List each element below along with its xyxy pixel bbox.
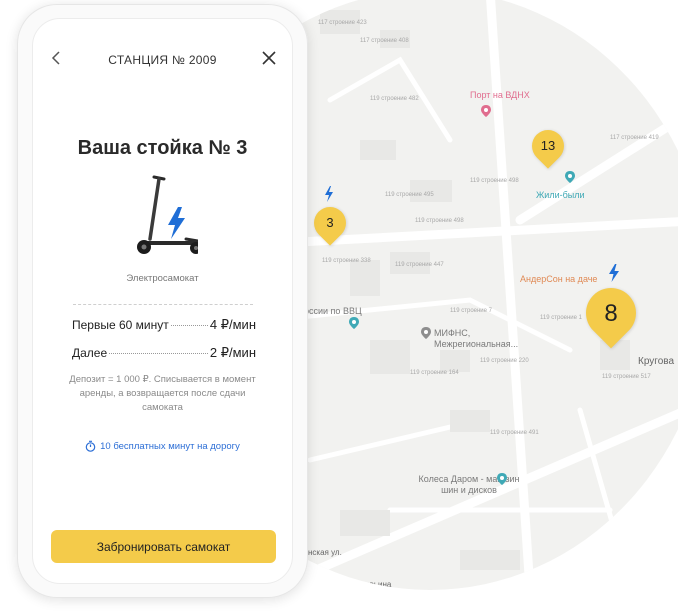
building-label: 119 строение 517 <box>602 374 651 380</box>
poi-icon[interactable] <box>420 326 432 340</box>
book-scooter-button[interactable]: Забронировать самокат <box>51 530 276 563</box>
street-label: ул. Прасковьина <box>330 580 392 589</box>
price-value: 2 ₽/мин <box>209 345 256 360</box>
building-label: 119 строение 447 <box>395 262 444 268</box>
dotted-leader <box>170 325 208 326</box>
building-label: 117 строение 419 <box>610 135 659 141</box>
free-minutes-label: 10 бесплатных минут на дорогу <box>100 440 240 452</box>
scooter-image <box>137 175 198 254</box>
divider <box>73 304 253 305</box>
close-icon <box>262 51 276 65</box>
poi-label[interactable]: АндерСон на даче <box>520 274 597 284</box>
free-minutes-link[interactable]: 10 бесплатных минут на дорогу <box>33 440 292 452</box>
dotted-leader <box>109 353 208 354</box>
poi-label[interactable]: МИФНС, Межрегиональная... <box>434 328 544 350</box>
station-title: СТАНЦИЯ № 2009 <box>108 53 217 67</box>
pin-count: 13 <box>540 138 556 153</box>
price-row: Первые 60 минут 4 ₽/мин <box>72 317 256 333</box>
building-label: 117 строение 423 <box>318 20 367 26</box>
building-label: 119 строение 338 <box>322 258 371 264</box>
price-row: Далее 2 ₽/мин <box>72 345 256 361</box>
poi-icon[interactable] <box>348 316 360 330</box>
street-label: нская ул. <box>308 548 342 557</box>
building-label: 119 строение 220 <box>480 358 529 364</box>
stand-title: Ваша стойка № 3 <box>77 137 248 159</box>
building-label: 119 строение 491 <box>490 430 539 436</box>
bolt-icon <box>609 264 619 282</box>
pin-count: 8 <box>604 300 618 327</box>
building-label: 119 строение 1 <box>540 315 582 321</box>
vehicle-caption: Электросамокат <box>126 273 199 284</box>
close-button[interactable] <box>260 49 278 67</box>
building-label: 119 строение 498 <box>415 218 464 224</box>
stopwatch-icon <box>85 440 96 452</box>
phone-frame: СТАНЦИЯ № 2009 Ваша стойка № 3 Электроса… <box>17 4 308 598</box>
station-card: СТАНЦИЯ № 2009 Ваша стойка № 3 Электроса… <box>32 18 293 584</box>
price-label: Первые 60 минут <box>72 318 169 332</box>
building-label: 117 строение 408 <box>360 38 409 44</box>
bolt-icon <box>325 186 333 202</box>
poi-label[interactable]: Жили-были <box>536 190 585 200</box>
pin-count: 3 <box>326 215 334 230</box>
building-label: 119 строение 495 <box>385 192 434 198</box>
poi-icon[interactable] <box>564 170 576 184</box>
poi-icon[interactable] <box>480 104 492 118</box>
poi-label[interactable]: Порт на ВДНХ <box>470 90 530 100</box>
poi-icon[interactable] <box>496 472 508 486</box>
deposit-note: Депозит = 1 000 ₽. Списывается в момент … <box>69 374 256 413</box>
building-label: 119 строение 498 <box>470 178 519 184</box>
price-label: Далее <box>72 346 108 360</box>
building-label: 119 строение 7 <box>450 308 492 314</box>
building-label: 119 строение 164 <box>410 370 459 376</box>
price-value: 4 ₽/мин <box>209 317 256 332</box>
street-label: Кругова <box>638 356 675 367</box>
building-label: 119 строение 482 <box>370 96 419 102</box>
